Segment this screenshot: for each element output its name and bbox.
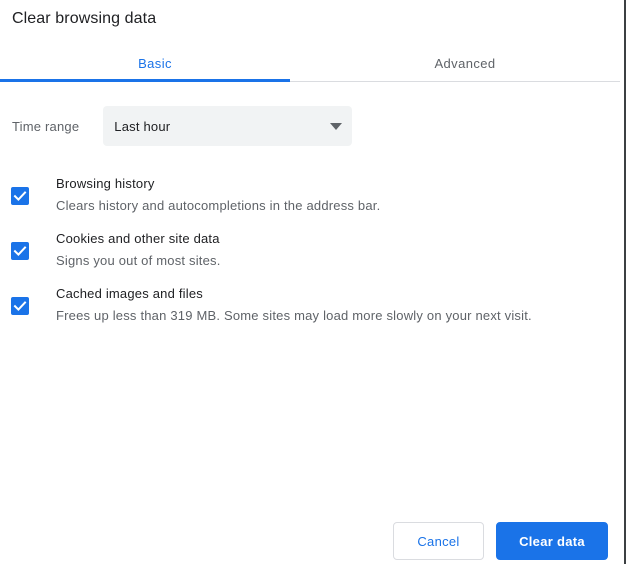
checkbox-wrap [0,296,56,315]
option-description: Frees up less than 319 MB. Some sites ma… [56,308,532,323]
chevron-down-icon [330,123,343,130]
tab-advanced-label: Advanced [434,55,496,71]
options-list: Browsing history Clears history and auto… [0,168,620,333]
option-row-cookies[interactable]: Cookies and other site data Signs you ou… [0,223,620,278]
tab-strip: Basic Advanced [0,44,620,82]
option-texts: Browsing history Clears history and auto… [56,174,620,217]
option-title: Cookies and other site data [56,231,220,246]
option-description: Signs you out of most sites. [56,253,221,268]
option-row-cached-images[interactable]: Cached images and files Frees up less th… [0,278,620,333]
cancel-button[interactable]: Cancel [393,522,484,560]
tab-basic-label: Basic [138,55,172,71]
clear-browsing-data-dialog: Clear browsing data Basic Advanced Time … [0,0,626,564]
checkbox-cached-images[interactable] [11,296,29,315]
option-title: Browsing history [56,176,155,191]
checkbox-cookies[interactable] [11,241,29,260]
tab-active-indicator [0,79,290,82]
clear-data-button[interactable]: Clear data [496,522,608,560]
option-texts: Cookies and other site data Signs you ou… [56,229,620,272]
check-icon [13,300,27,311]
option-texts: Cached images and files Frees up less th… [56,284,620,327]
option-row-browsing-history[interactable]: Browsing history Clears history and auto… [0,168,620,223]
time-range-selected-value: Last hour [114,118,171,134]
time-range-label: Time range [12,118,80,134]
option-description: Clears history and autocompletions in th… [56,198,381,213]
check-icon [13,245,27,256]
checkbox-wrap [0,241,56,260]
checkbox-browsing-history[interactable] [11,186,29,205]
dialog-title: Clear browsing data [12,10,157,27]
time-range-select[interactable]: Last hour [103,106,353,146]
tab-basic[interactable]: Basic [0,44,310,82]
tab-advanced[interactable]: Advanced [310,44,620,82]
check-icon [13,190,27,201]
option-title: Cached images and files [56,286,203,301]
dialog-footer: Cancel Clear data [393,522,608,560]
time-range-row: Time range Last hour [12,106,353,146]
checkbox-wrap [0,186,56,205]
